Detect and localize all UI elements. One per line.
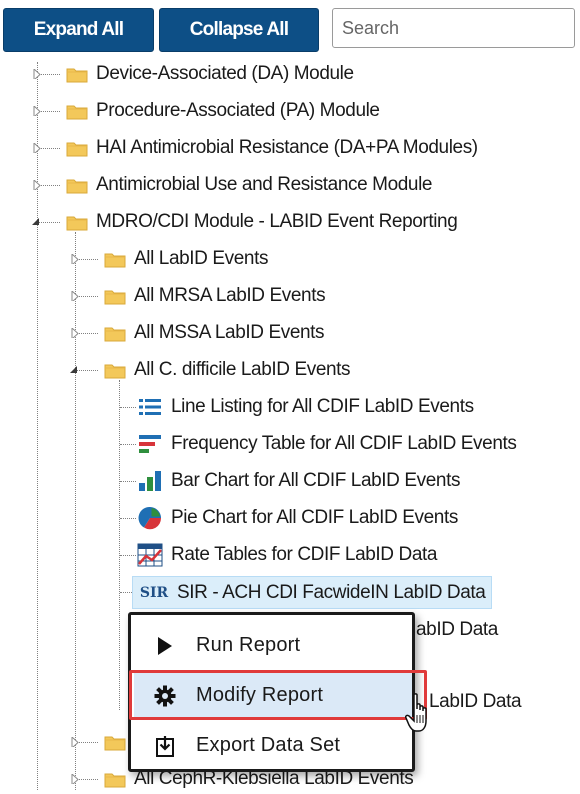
rate-table-icon xyxy=(137,543,163,567)
folder-icon xyxy=(66,179,88,193)
tree-node-label: HAI Antimicrobial Resistance (DA+PA Modu… xyxy=(96,137,478,158)
sir-icon: SIR xyxy=(139,584,169,601)
folder-icon xyxy=(104,253,126,267)
line-listing-icon xyxy=(137,396,163,418)
menu-item-label: Run Report xyxy=(196,634,301,656)
context-menu: Run Report Modify Report Export Data Set xyxy=(128,612,415,772)
menu-item-label: Export Data Set xyxy=(196,734,341,756)
export-icon xyxy=(156,735,174,757)
report-label: SIR - ACH CDI FacwideIN LabID Data xyxy=(177,581,486,603)
tree-node-label: All C. difficile LabID Events xyxy=(134,359,351,380)
folder-icon xyxy=(104,327,126,341)
expand-arrow-icon[interactable] xyxy=(71,328,79,338)
report-label: Bar Chart for All CDIF LabID Events xyxy=(171,470,461,491)
export-data-set-menu-item[interactable]: Export Data Set xyxy=(134,722,412,769)
report-label: Pie Chart for All CDIF LabID Events xyxy=(171,507,458,528)
menu-item-label: Modify Report xyxy=(196,684,324,706)
tree-node-label: MDRO/CDI Module - LABID Event Reporting xyxy=(96,211,458,232)
play-icon xyxy=(158,636,172,655)
collapse-arrow-icon[interactable] xyxy=(69,364,77,374)
report-label: Frequency Table for All CDIF LabID Event… xyxy=(171,433,517,454)
expand-arrow-icon[interactable] xyxy=(71,254,79,264)
report-label-fragment: LabID Data xyxy=(429,691,522,712)
folder-icon xyxy=(104,736,126,751)
expand-arrow-icon[interactable] xyxy=(33,143,41,153)
run-report-menu-item[interactable]: Run Report xyxy=(134,622,412,669)
modify-report-menu-item[interactable]: Modify Report xyxy=(134,672,412,719)
tree-connector xyxy=(119,380,120,710)
expand-arrow-icon[interactable] xyxy=(71,774,79,784)
folder-icon xyxy=(104,290,126,304)
frequency-table-icon xyxy=(137,433,163,455)
expand-arrow-icon[interactable] xyxy=(71,291,79,301)
bar-chart-icon xyxy=(137,470,163,492)
tree-node-label: All MSSA LabID Events xyxy=(134,322,325,343)
tree-node-label: All MRSA LabID Events xyxy=(134,285,326,306)
tree-node-label: Device-Associated (DA) Module xyxy=(96,63,354,84)
folder-icon xyxy=(66,105,88,119)
collapse-arrow-icon[interactable] xyxy=(31,216,39,226)
report-label: Rate Tables for CDIF LabID Data xyxy=(171,544,438,565)
gear-icon xyxy=(154,685,176,706)
expand-arrow-icon[interactable] xyxy=(33,69,41,79)
tree-node-label: All LabID Events xyxy=(134,248,269,269)
folder-icon xyxy=(66,142,88,156)
folder-icon xyxy=(104,773,126,787)
expand-arrow-icon[interactable] xyxy=(33,180,41,190)
folder-open-icon xyxy=(66,216,88,230)
tree-connector xyxy=(75,232,76,790)
tree-node-label: Procedure-Associated (PA) Module xyxy=(96,100,380,121)
report-label-fragment: abID Data xyxy=(416,619,498,640)
tree-node-label: Antimicrobial Use and Resistance Module xyxy=(96,174,433,195)
pie-chart-icon xyxy=(137,506,163,530)
tree-connector xyxy=(37,62,38,790)
expand-arrow-icon[interactable] xyxy=(33,106,41,116)
folder-open-icon xyxy=(104,364,126,378)
folder-icon xyxy=(66,68,88,82)
hand-cursor-icon xyxy=(405,693,427,732)
report-label: Line Listing for All CDIF LabID Events xyxy=(171,396,474,417)
expand-arrow-icon[interactable] xyxy=(71,737,79,747)
